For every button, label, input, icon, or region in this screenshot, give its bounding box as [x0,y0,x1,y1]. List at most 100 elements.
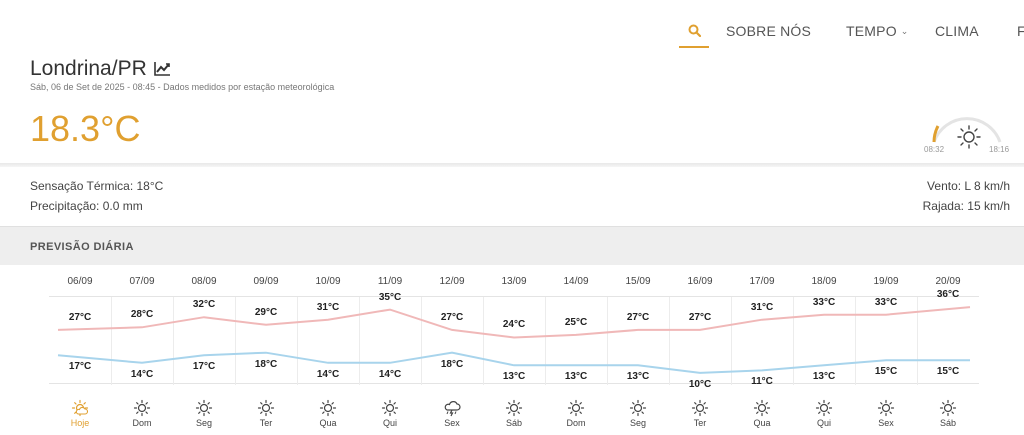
forecast-date: 15/09 [625,276,651,287]
sun-icon [256,398,276,418]
min-temp-label: 13°C [502,371,526,383]
max-temp-label: 25°C [564,316,588,328]
forecast-day: Ter [693,418,707,428]
sun-icon [938,398,958,418]
sun-icon [566,398,586,418]
section-title: PREVISÃO DIÁRIA [30,241,134,253]
forecast-day: Sex [878,418,894,428]
daily-forecast: 27°C 28°C 32°C 29°C 31°C 35°C 27°C 24°C 25°C 27°C… [0,266,1024,435]
top-nav: SOBRE NÓS TEMPO ⌄ CLIMA F [0,0,1024,60]
grid-separator [917,297,918,385]
forecast-date: 08/09 [191,276,217,287]
forecast-day: Qui [382,418,397,428]
trend-chart-icon[interactable] [153,61,171,77]
forecast-date: 10/09 [315,276,341,287]
precipitacao: Precipitação: 0.0 mm [30,199,143,213]
update-info: Sáb, 06 de Set de 2025 - 08:45 - Dados m… [30,82,335,92]
city-title: Londrina/PR [30,57,171,81]
max-temp-label: 27°C [68,311,92,323]
min-temp-label: 17°C [68,361,92,373]
forecast-date: 18/09 [811,276,837,287]
current-temperature: 18.3°C [30,108,141,149]
forecast-day: Dom [566,418,586,428]
min-temp-label: 18°C [254,358,278,370]
max-temp-label: 33°C [874,296,898,308]
forecast-date: 13/09 [501,276,527,287]
grid-separator [483,297,484,385]
grid-separator [421,297,422,385]
max-temp-label: 28°C [130,309,154,321]
search-icon [688,24,701,37]
sun-icon [957,125,981,149]
forecast-day: Sáb [939,418,956,428]
sun-icon [194,398,214,418]
grid-separator [669,297,670,385]
nav-item-f[interactable]: F [1017,23,1024,39]
sun-icon [318,398,338,418]
sun-icon [504,398,524,418]
forecast-date: 11/09 [377,276,403,287]
min-temp-label: 13°C [564,371,588,383]
sun-icon [628,398,648,418]
max-temp-label: 36°C [936,289,960,301]
forecast-date: 19/09 [873,276,899,287]
forecast-day: Hoje [70,418,90,428]
city-name: Londrina/PR [30,57,147,80]
max-temp-label: 32°C [192,299,216,311]
max-temp-label: 35°C [378,291,402,303]
grid-separator [359,297,360,385]
grid-separator [793,297,794,385]
forecast-day: Qua [753,418,771,428]
divider [0,163,1024,167]
nav-item-clima[interactable]: CLIMA [935,23,979,39]
forecast-date: 14/09 [563,276,589,287]
min-temp-label: 13°C [626,371,650,383]
min-temp-label: 18°C [440,358,464,370]
sun-icon [752,398,772,418]
forecast-day: Dom [132,418,152,428]
forecast-day: Sex [444,418,460,428]
forecast-date: 06/09 [67,276,93,287]
sun-cloud-icon [70,398,90,418]
grid-separator [235,297,236,385]
search-button[interactable] [679,14,709,48]
section-header: PREVISÃO DIÁRIA [0,226,1024,265]
sun-icon [380,398,400,418]
vento: Vento: L 8 km/h [927,179,1010,193]
sun-icon [814,398,834,418]
sunset-time: 18:16 [989,145,1010,154]
forecast-date: 07/09 [129,276,155,287]
min-temp-label: 13°C [812,371,836,383]
max-temp-label: 29°C [254,306,278,318]
max-temp-label: 27°C [688,311,712,323]
nav-item-sobre-nos[interactable]: SOBRE NÓS [726,23,811,39]
grid-separator [297,297,298,385]
nav-item-tempo[interactable]: TEMPO ⌄ [846,23,909,39]
max-temp-label: 27°C [440,311,464,323]
min-temp-label: 14°C [316,368,340,380]
grid-separator [545,297,546,385]
grid-separator [607,297,608,385]
rajada: Rajada: 15 km/h [922,199,1010,213]
storm-icon [442,398,462,418]
sun-icon [690,398,710,418]
max-temp-label: 33°C [812,296,836,308]
forecast-date: 16/09 [687,276,713,287]
max-temp-label: 27°C [626,311,650,323]
forecast-day: Seg [195,418,212,428]
grid-separator [855,297,856,385]
min-temp-label: 15°C [874,366,898,378]
sun-icon [876,398,896,418]
forecast-date: 12/09 [439,276,465,287]
forecast-date: 17/09 [749,276,775,287]
min-temp-label: 11°C [751,376,773,388]
forecast-day: Qui [816,418,831,428]
forecast-day: Sáb [505,418,522,428]
sensacao-termica: Sensação Térmica: 18°C [30,179,164,193]
grid-separator [173,297,174,385]
min-temp-label: 14°C [130,368,154,380]
max-temp-label: 31°C [316,301,340,313]
min-temp-label: 10°C [688,378,712,390]
forecast-day: Seg [629,418,646,428]
grid-separator [731,297,732,385]
